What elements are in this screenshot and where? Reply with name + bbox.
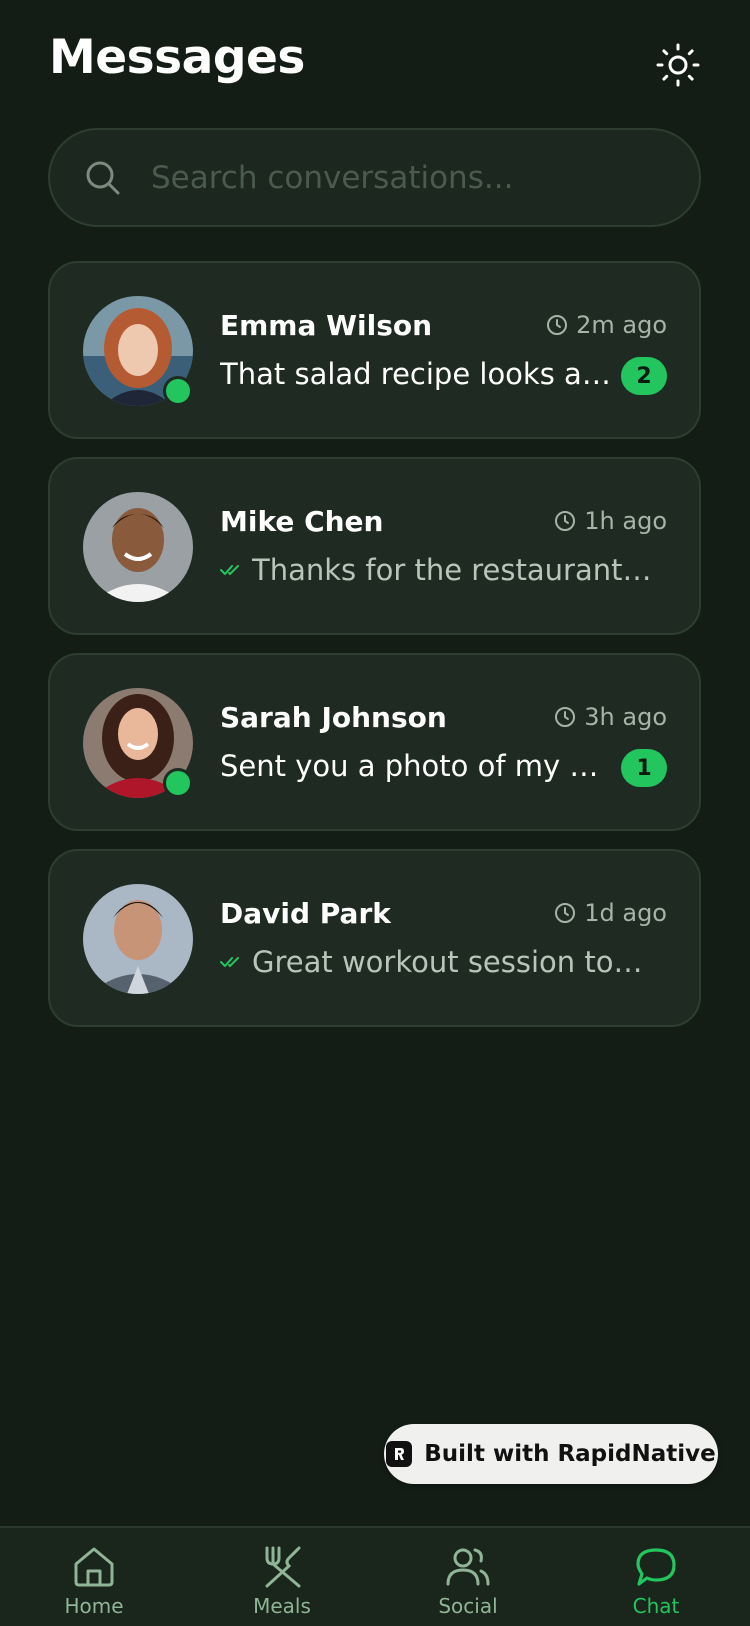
built-with-banner[interactable]: Built with RapidNative	[384, 1424, 718, 1484]
timestamp-text: 1d ago	[584, 899, 667, 927]
tab-label: Meals	[253, 1594, 311, 1618]
timestamp: 1h ago	[554, 507, 667, 535]
tab-chat[interactable]: Chat	[596, 1544, 716, 1624]
bottom-tab-bar: Home Meals Social Chat	[0, 1526, 750, 1626]
clock-icon	[555, 707, 576, 727]
message-preview: Thanks for the restaurant recommendation	[220, 553, 655, 587]
search-icon	[86, 161, 120, 194]
rapidnative-logo-icon	[386, 1441, 413, 1467]
message-preview-text: Great workout session today!	[252, 945, 655, 979]
contact-name: Sarah Johnson	[220, 701, 447, 734]
conversation-card-sarah-johnson[interactable]: Sarah Johnson 3h ago Sent you a photo of…	[48, 653, 701, 831]
avatar-wrap	[83, 884, 193, 994]
contact-name: Mike Chen	[220, 505, 384, 538]
timestamp-text: 3h ago	[584, 703, 667, 731]
avatar	[83, 492, 193, 602]
timestamp: 2m ago	[546, 311, 667, 339]
contact-name: David Park	[220, 897, 391, 930]
theme-toggle-button[interactable]	[650, 40, 706, 90]
message-preview-text: That salad recipe looks amazing!	[220, 357, 625, 391]
message-preview-text: Thanks for the restaurant recommendation	[252, 553, 655, 587]
conversation-card-mike-chen[interactable]: Mike Chen 1h ago Thanks for the restaura…	[48, 457, 701, 635]
online-indicator	[163, 376, 193, 406]
tab-home[interactable]: Home	[34, 1544, 154, 1624]
tab-label: Social	[438, 1594, 498, 1618]
avatar-wrap	[83, 688, 193, 798]
avatar-wrap	[83, 492, 193, 602]
users-icon	[446, 1548, 490, 1586]
tab-social[interactable]: Social	[408, 1544, 528, 1624]
built-with-label: Built with RapidNative	[424, 1441, 716, 1467]
sun-icon	[656, 43, 700, 87]
conversation-card-emma-wilson[interactable]: Emma Wilson 2m ago That salad recipe loo…	[48, 261, 701, 439]
chat-bubble-icon	[636, 1548, 676, 1586]
tab-label: Chat	[632, 1594, 680, 1618]
home-icon	[74, 1547, 114, 1587]
timestamp-text: 1h ago	[584, 507, 667, 535]
clock-icon	[547, 315, 568, 335]
utensils-icon	[265, 1546, 301, 1588]
tab-label: Home	[64, 1594, 124, 1618]
avatar	[83, 884, 193, 994]
avatar-wrap	[83, 296, 193, 406]
online-indicator	[163, 768, 193, 798]
timestamp-text: 2m ago	[576, 311, 667, 339]
message-preview: That salad recipe looks amazing!	[220, 357, 625, 391]
clock-icon	[555, 511, 576, 531]
search-bar[interactable]	[48, 128, 701, 227]
double-check-icon	[220, 565, 239, 575]
message-preview-text: Sent you a photo of my meal prep	[220, 749, 625, 783]
unread-badge: 2	[621, 357, 667, 395]
message-preview: Great workout session today!	[220, 945, 655, 979]
page-title: Messages	[49, 30, 305, 85]
contact-name: Emma Wilson	[220, 309, 433, 342]
timestamp: 3h ago	[554, 703, 667, 731]
search-input[interactable]	[149, 158, 673, 197]
unread-badge: 1	[621, 749, 667, 787]
tab-meals[interactable]: Meals	[222, 1544, 342, 1624]
double-check-icon	[220, 957, 239, 967]
timestamp: 1d ago	[554, 899, 667, 927]
conversation-card-david-park[interactable]: David Park 1d ago Great workout session …	[48, 849, 701, 1027]
message-preview: Sent you a photo of my meal prep	[220, 749, 625, 783]
clock-icon	[555, 903, 576, 923]
